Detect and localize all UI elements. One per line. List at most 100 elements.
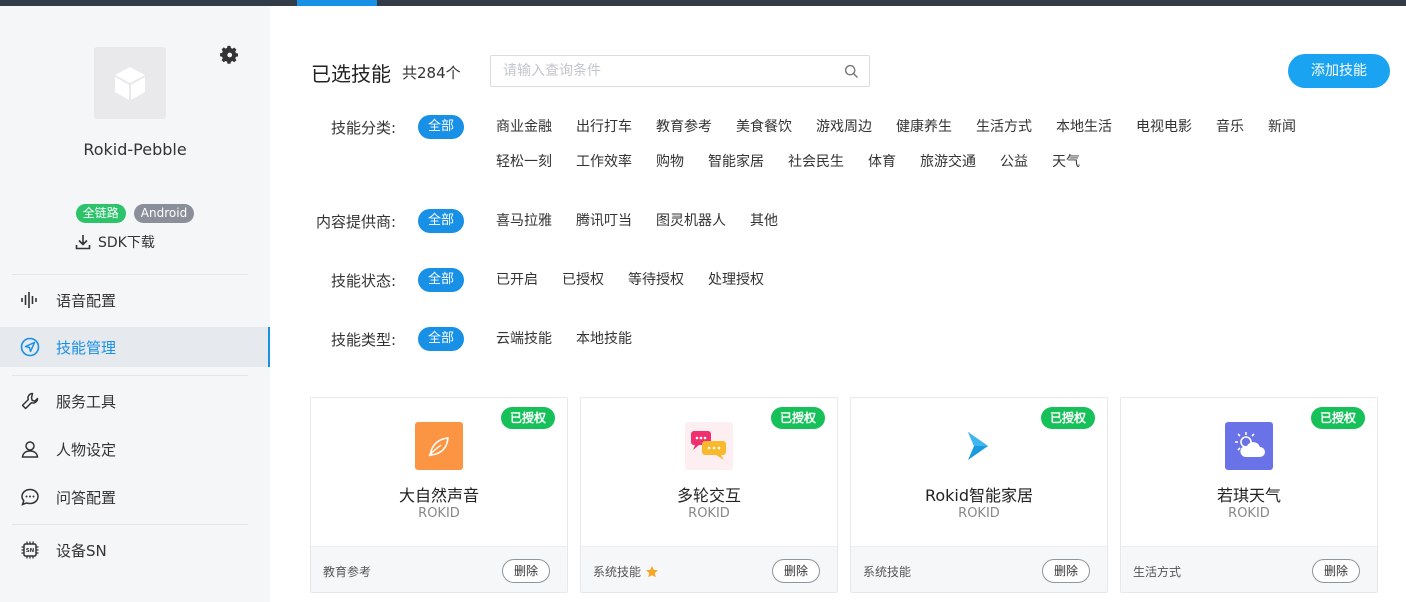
sidebar-divider: [12, 375, 248, 376]
filter-category-option[interactable]: 本地生活: [1056, 116, 1112, 136]
filter-provider-option[interactable]: 腾讯叮当: [576, 210, 632, 230]
skill-category: 生活方式: [1133, 563, 1181, 580]
filter-status-option[interactable]: 等待授权: [628, 269, 684, 289]
skill-logo: [955, 422, 1003, 470]
filter-category-option[interactable]: 天气: [1052, 151, 1080, 171]
filter-category-option[interactable]: 轻松一刻: [496, 151, 552, 171]
filter-category-option[interactable]: 生活方式: [976, 116, 1032, 136]
skill-card[interactable]: 已授权 多轮交互 ROKID 系统技能 删除: [580, 397, 838, 593]
skill-logo: [415, 422, 463, 470]
filter-category-option[interactable]: 游戏周边: [816, 116, 872, 136]
wrench-icon: [21, 392, 39, 410]
tag-full-link: 全链路: [75, 204, 126, 223]
filter-provider-option[interactable]: 喜马拉雅: [496, 210, 552, 230]
chat-bubbles-icon: [691, 431, 726, 460]
voice-wave-icon: [21, 292, 37, 308]
svg-text:SN: SN: [26, 548, 35, 554]
sidebar-item-persona[interactable]: 人物设定: [0, 429, 270, 469]
search-icon[interactable]: [844, 64, 859, 79]
skill-category-label: 生活方式: [1133, 565, 1182, 579]
sdk-download-label: SDK下载: [98, 235, 155, 251]
main-content: 已选技能 共284个 添加技能 技能分类: 全部 商业金融 出行打车 教育参考 …: [270, 6, 1406, 602]
card-footer: 生活方式 删除: [1121, 546, 1377, 592]
filter-category-option[interactable]: 旅游交通: [920, 151, 976, 171]
filter-category-option[interactable]: 智能家居: [708, 151, 764, 171]
filter-provider-all[interactable]: 全部: [418, 209, 465, 233]
filter-type-all[interactable]: 全部: [418, 327, 465, 351]
status-badge: 已授权: [1040, 407, 1095, 429]
skill-card[interactable]: 已授权 Rokid智能家居 ROKID 系统技能 删除: [850, 397, 1108, 593]
sidebar-item-voice-config[interactable]: 语音配置: [0, 280, 270, 320]
send-icon: [20, 337, 40, 357]
sdk-download-link[interactable]: SDK下载: [75, 232, 155, 252]
filter-category-all[interactable]: 全部: [418, 115, 465, 139]
filter-provider-option[interactable]: 其他: [750, 210, 778, 230]
filter-category-option[interactable]: 教育参考: [656, 116, 712, 136]
download-icon: [75, 235, 91, 250]
skill-name: 大自然声音: [398, 486, 479, 505]
chip-icon: SN: [21, 541, 39, 559]
page-title: 已选技能: [311, 62, 391, 86]
skill-logo: [685, 422, 733, 470]
skill-name: 多轮交互: [676, 486, 741, 505]
skill-vendor: ROKID: [688, 506, 730, 521]
gear-icon[interactable]: [218, 44, 240, 66]
sidebar-item-label: 技能管理: [56, 338, 117, 357]
filter-category-option[interactable]: 工作效率: [576, 151, 632, 171]
filter-status-label: 技能状态:: [330, 272, 396, 290]
device-tags: 全链路 Android: [0, 204, 270, 223]
cube-icon: [115, 67, 145, 100]
filter-category-option[interactable]: 购物: [656, 151, 684, 171]
filter-category-option[interactable]: 出行打车: [576, 116, 632, 136]
filter-status-option[interactable]: 处理授权: [708, 269, 764, 289]
filter-category-option[interactable]: 商业金融: [496, 116, 552, 136]
skill-category-label: 教育参考: [323, 565, 372, 579]
filter-category-option[interactable]: 新闻: [1268, 116, 1296, 136]
filter-category-option[interactable]: 音乐: [1216, 116, 1244, 136]
filter-status-all[interactable]: 全部: [418, 268, 465, 292]
star-icon: [646, 565, 659, 577]
sidebar-item-skill-management[interactable]: 技能管理: [0, 327, 270, 367]
delete-button[interactable]: 删除: [1042, 559, 1090, 583]
filter-category-option[interactable]: 电视电影: [1136, 116, 1192, 136]
device-avatar: [94, 47, 166, 119]
filter-category-option[interactable]: 公益: [1000, 151, 1028, 171]
skill-category-label: 系统技能: [593, 565, 642, 579]
filter-category-option[interactable]: 美食餐饮: [736, 116, 792, 136]
card-footer: 系统技能 删除: [581, 546, 837, 592]
skill-vendor: ROKID: [418, 506, 460, 521]
filter-category-option[interactable]: 健康养生: [896, 116, 952, 136]
skill-count: 共284个: [402, 64, 461, 82]
filter-status-option[interactable]: 已授权: [562, 269, 604, 289]
sidebar: Rokid-Pebble 全链路 Android SDK下载 语音配置 技能管理 …: [0, 6, 270, 602]
partly-cloudy-icon: [1235, 432, 1265, 457]
tag-android: Android: [133, 204, 195, 223]
skill-card[interactable]: 已授权 若琪天气 ROKID 生活方式 删除: [1120, 397, 1378, 593]
filter-category-option[interactable]: 体育: [868, 151, 896, 171]
filter-type-label: 技能类型:: [330, 331, 396, 349]
arrow-right-icon: [968, 432, 988, 460]
sidebar-item-device-sn[interactable]: SN 设备SN: [0, 530, 270, 570]
sidebar-item-label: 语音配置: [56, 291, 117, 310]
sidebar-item-service-tools[interactable]: 服务工具: [0, 381, 270, 421]
delete-button[interactable]: 删除: [1312, 559, 1360, 583]
delete-button[interactable]: 删除: [502, 559, 550, 583]
status-badge: 已授权: [500, 407, 555, 429]
skill-name: Rokid智能家居: [924, 486, 1034, 505]
filter-type-option[interactable]: 云端技能: [496, 328, 552, 348]
skill-category: 教育参考: [323, 563, 371, 580]
filter-category-option[interactable]: 社会民生: [788, 151, 844, 171]
skill-vendor: ROKID: [958, 506, 1000, 521]
search-input[interactable]: [491, 56, 821, 86]
sidebar-item-qa-config[interactable]: 问答配置: [0, 477, 270, 517]
sidebar-item-label: 问答配置: [56, 488, 117, 507]
search-box: [490, 55, 870, 87]
filter-provider-option[interactable]: 图灵机器人: [656, 210, 726, 230]
filter-type-option[interactable]: 本地技能: [576, 328, 632, 348]
delete-button[interactable]: 删除: [772, 559, 820, 583]
skill-card[interactable]: 已授权 大自然声音 ROKID 教育参考 删除: [310, 397, 568, 593]
skill-name: 若琪天气: [1216, 486, 1281, 505]
filter-status-option[interactable]: 已开启: [496, 269, 538, 289]
skill-vendor: ROKID: [1228, 506, 1270, 521]
add-skill-button[interactable]: 添加技能: [1288, 54, 1390, 88]
